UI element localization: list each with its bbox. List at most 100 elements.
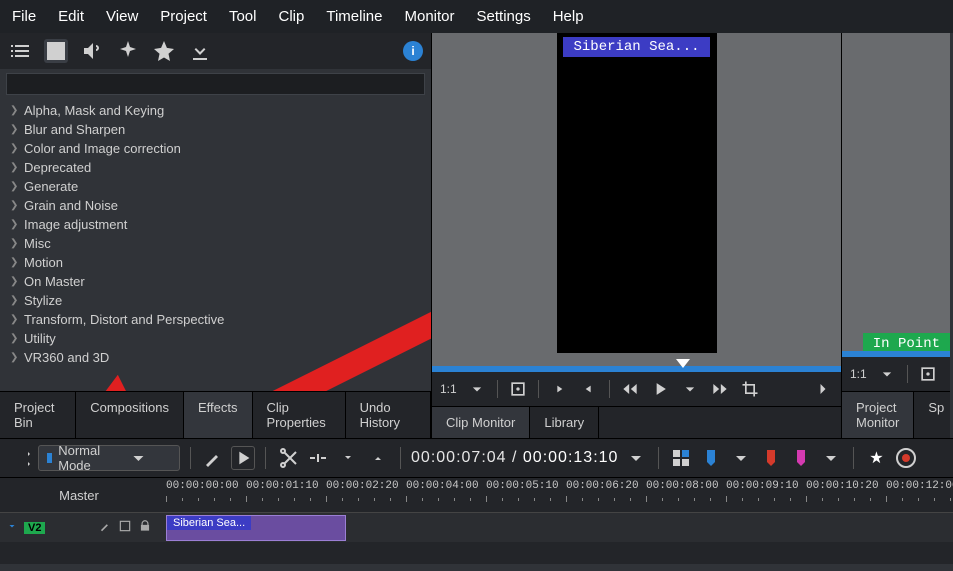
effects-category[interactable]: ❯VR360 and 3D [0,348,431,367]
magic-wand-icon[interactable] [201,446,225,470]
star-icon[interactable] [152,39,176,63]
effects-category[interactable]: ❯Utility [0,329,431,348]
chevron-right-icon: ❯ [10,200,18,211]
marker-blue-dropdown-icon[interactable] [729,446,753,470]
tab-project-bin[interactable]: Project Bin [0,392,76,438]
track-effects-icon[interactable] [98,519,112,536]
menu-timeline[interactable]: Timeline [326,8,382,25]
set-out-icon[interactable] [579,379,599,399]
menu-clip[interactable]: Clip [279,8,305,25]
effects-category[interactable]: ❯On Master [0,272,431,291]
clip-monitor-viewport[interactable]: Siberian Sea... [432,33,841,372]
info-icon[interactable]: i [403,41,423,61]
spacer-tool-icon[interactable] [306,446,330,470]
menu-monitor[interactable]: Monitor [404,8,454,25]
ruler-subtick [390,498,391,501]
ruler-timestamp: 00:00:06:20 [566,480,639,492]
play-dropdown-icon[interactable] [680,379,700,399]
settings-icon[interactable] [8,446,32,470]
overwrite-icon[interactable] [366,446,390,470]
chevron-right-icon: ❯ [10,238,18,249]
effects-category[interactable]: ❯Grain and Noise [0,196,431,215]
menu-tool[interactable]: Tool [229,8,257,25]
set-in-icon[interactable] [549,379,569,399]
zoom-dropdown-icon[interactable] [877,364,897,384]
marker-blue-icon[interactable] [699,446,723,470]
forward-icon[interactable] [710,379,730,399]
timecode-display[interactable]: 00:00:07:04 / 00:00:13:10 [411,449,618,467]
sparkle-icon[interactable] [116,39,140,63]
category-label: VR360 and 3D [24,350,109,365]
category-label: Blur and Sharpen [24,122,125,137]
effects-category[interactable]: ❯Generate [0,177,431,196]
effects-category[interactable]: ❯Alpha, Mask and Keying [0,101,431,120]
effects-search-input[interactable] [6,73,425,95]
fit-screen-icon[interactable] [918,364,938,384]
project-monitor-scrubber[interactable] [842,351,950,357]
effects-category[interactable]: ❯Motion [0,253,431,272]
track-label[interactable]: V2 [24,522,45,534]
effects-category[interactable]: ❯Blur and Sharpen [0,120,431,139]
effects-category[interactable]: ❯Image adjustment [0,215,431,234]
menu-view[interactable]: View [106,8,138,25]
download-icon[interactable] [188,39,212,63]
effects-category[interactable]: ❯Color and Image correction [0,139,431,158]
ruler-subtick [790,498,791,501]
collapse-track-icon[interactable] [6,520,18,535]
next-icon[interactable] [813,379,833,399]
tab-undo-history[interactable]: Undo History [346,392,431,438]
insert-icon[interactable] [336,446,360,470]
grid-icon[interactable] [669,446,693,470]
track-content[interactable]: Siberian Sea... [158,512,953,542]
menu-help[interactable]: Help [553,8,584,25]
crop-icon[interactable] [740,379,760,399]
record-icon[interactable] [894,446,918,470]
category-label: Utility [24,331,56,346]
menu-project[interactable]: Project [160,8,207,25]
zoom-dropdown-icon[interactable] [467,379,487,399]
rewind-icon[interactable] [620,379,640,399]
cursor-tool-icon[interactable] [231,446,255,470]
edit-mode-select[interactable]: Normal Mode [38,445,180,471]
timecode-dropdown-icon[interactable] [624,446,648,470]
track-film-icon[interactable] [118,519,132,536]
tab-project-monitor[interactable]: Project Monitor [842,392,914,438]
tab-compositions[interactable]: Compositions [76,392,184,438]
timeline-ruler[interactable]: 00:00:00:0000:00:01:1000:00:02:2000:00:0… [158,478,953,512]
tab-effects[interactable]: Effects [184,392,253,438]
play-icon[interactable] [650,379,670,399]
effects-category[interactable]: ❯Transform, Distort and Perspective [0,310,431,329]
effects-category[interactable]: ❯Deprecated [0,158,431,177]
monitor-scrubber[interactable] [432,366,841,372]
tab-sp[interactable]: Sp [914,392,953,438]
speaker-icon[interactable] [80,39,104,63]
project-monitor-viewport[interactable]: In Point [842,33,950,357]
tab-clip-monitor[interactable]: Clip Monitor [432,407,530,438]
tab-library[interactable]: Library [530,407,599,438]
ruler-subtick [630,498,631,501]
track-lock-icon[interactable] [138,519,152,536]
tab-clip-properties[interactable]: Clip Properties [253,392,346,438]
menu-settings[interactable]: Settings [477,8,531,25]
fit-screen-icon[interactable] [508,379,528,399]
chevron-right-icon: ❯ [10,295,18,306]
list-icon[interactable] [8,39,32,63]
film-icon[interactable] [44,39,68,63]
favorite-icon[interactable]: ★ [864,446,888,470]
marker-pink-icon[interactable] [789,446,813,470]
marker-pink-dropdown-icon[interactable] [819,446,843,470]
menu-file[interactable]: File [12,8,36,25]
menu-edit[interactable]: Edit [58,8,84,25]
cut-icon[interactable] [276,446,300,470]
effects-category[interactable]: ❯Stylize [0,291,431,310]
chevron-right-icon: ❯ [10,257,18,268]
effects-category[interactable]: ❯Misc [0,234,431,253]
zoom-label[interactable]: 1:1 [440,382,457,396]
ruler-subtick [470,498,471,501]
category-label: Deprecated [24,160,91,175]
ruler-tick [806,496,807,502]
zoom-label[interactable]: 1:1 [850,367,867,381]
marker-red-icon[interactable] [759,446,783,470]
timeline-clip[interactable]: Siberian Sea... [166,515,346,541]
ruler-subtick [902,498,903,501]
